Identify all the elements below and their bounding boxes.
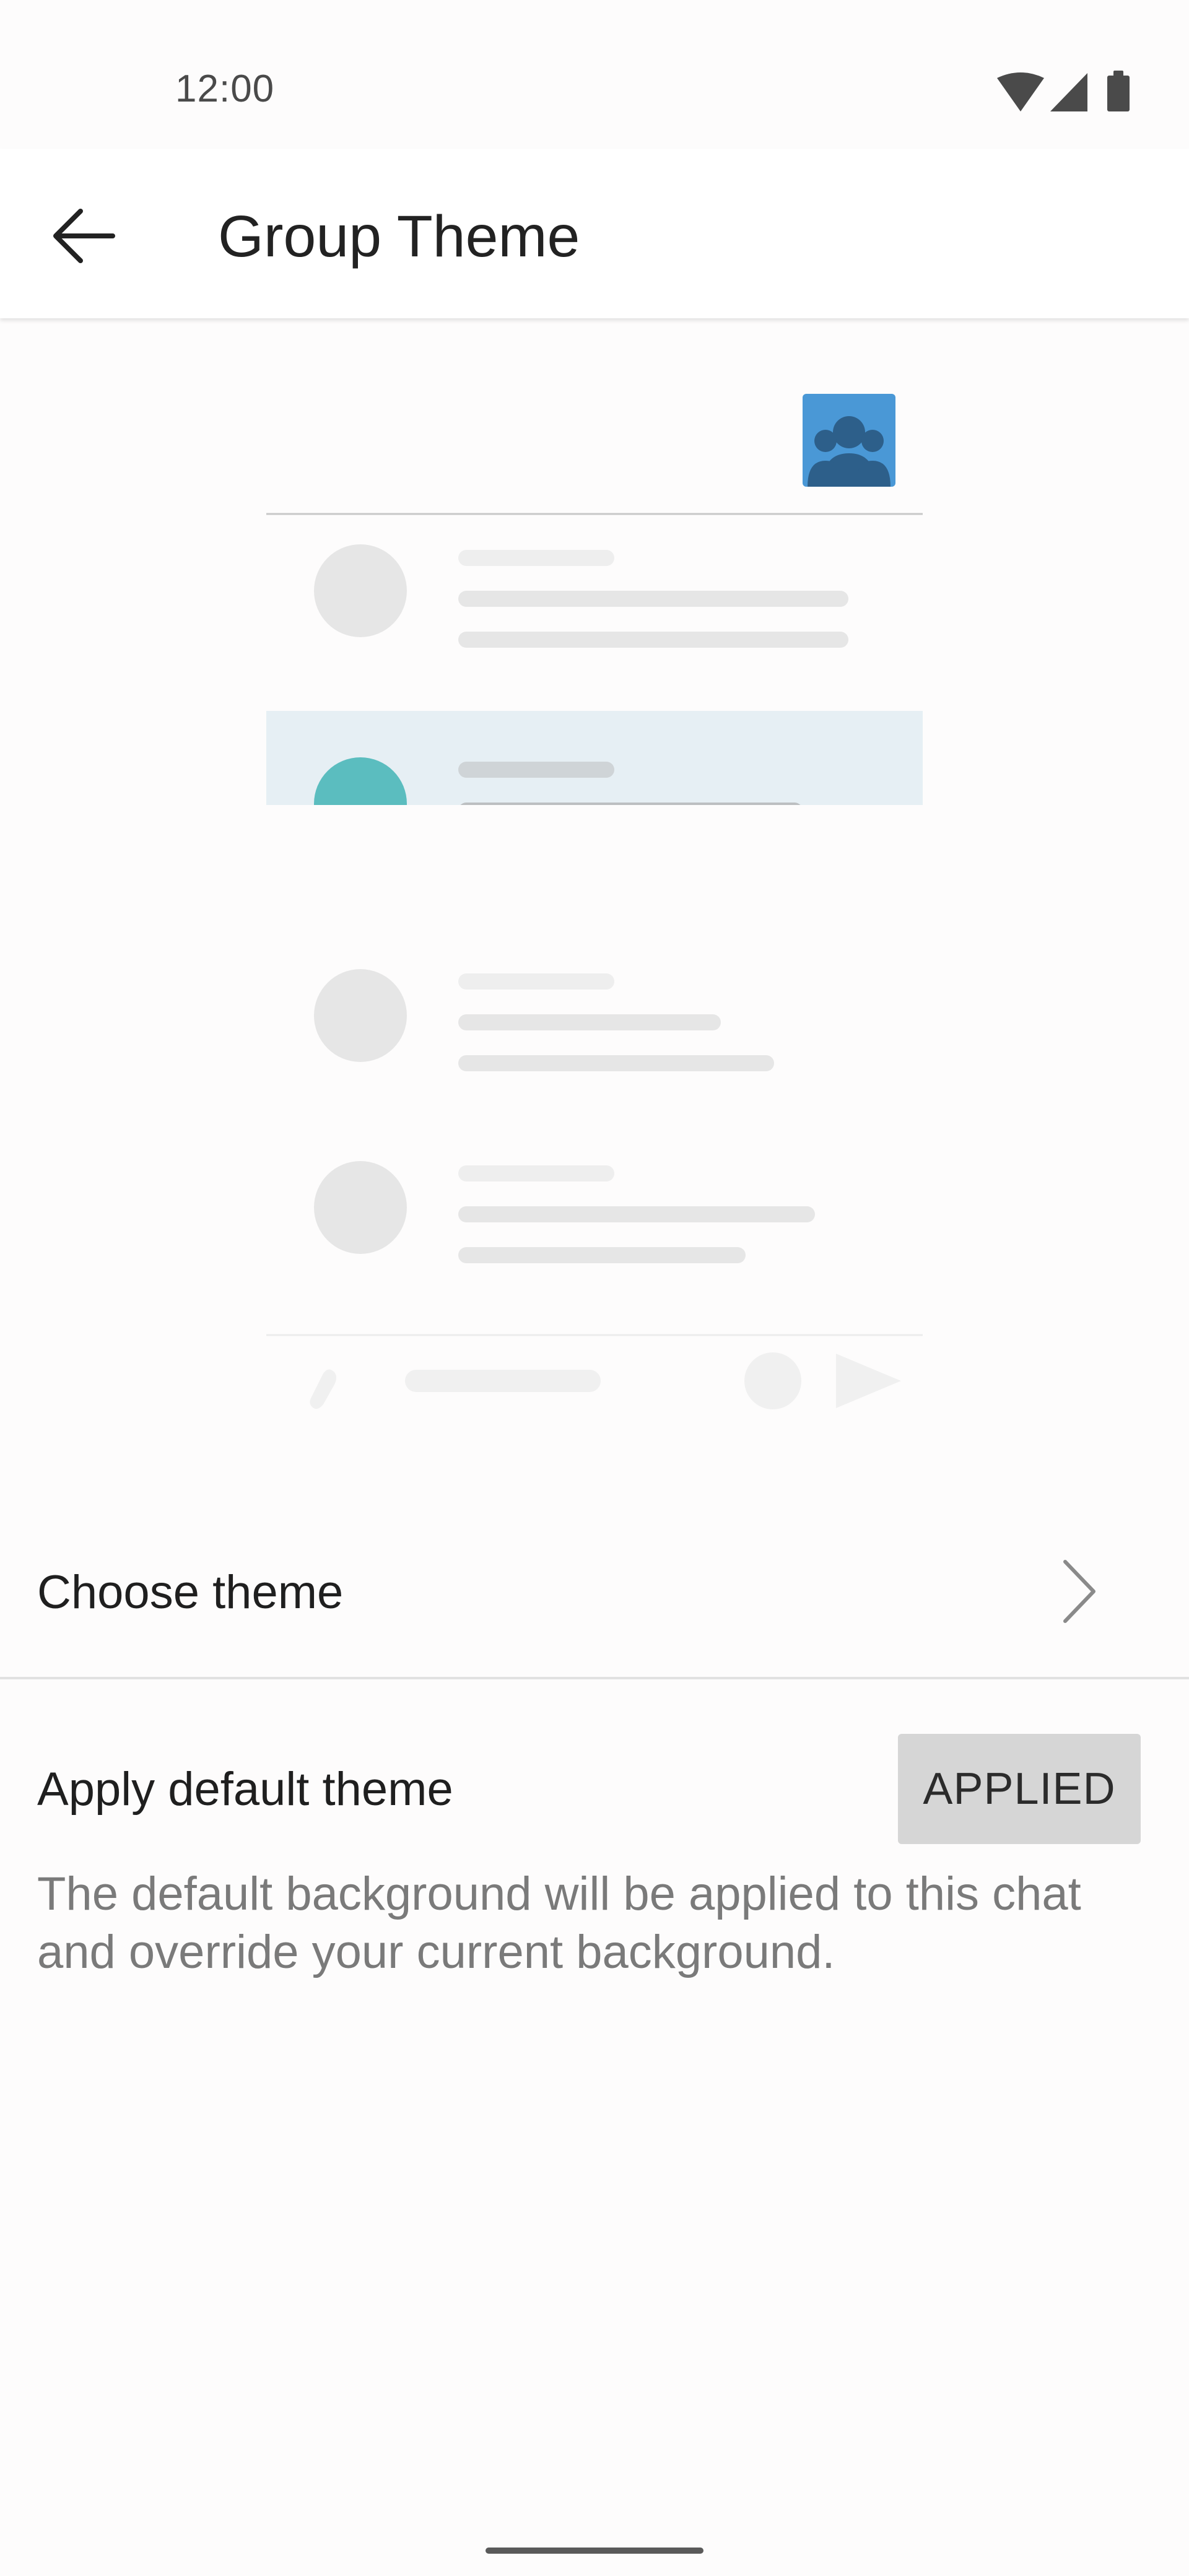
gesture-nav-handle[interactable] <box>486 2548 703 2554</box>
page-title: Group Theme <box>218 204 580 269</box>
choose-theme-label: Choose theme <box>37 1566 344 1619</box>
apply-default-theme-label: Apply default theme <box>37 1763 453 1816</box>
default-theme-description: The default background will be applied t… <box>37 1868 1081 1978</box>
preview-list-item <box>314 544 848 648</box>
arrow-back-icon <box>53 209 115 263</box>
choose-theme-row[interactable]: Choose theme <box>0 1505 1189 1678</box>
cellular-signal-icon <box>1050 73 1087 111</box>
divider <box>0 1677 1189 1679</box>
theme-preview <box>266 394 923 805</box>
preview-list-item <box>314 969 774 1071</box>
app-bar: Group Theme <box>0 149 1189 318</box>
status-time: 12:00 <box>175 67 275 110</box>
group-people-icon <box>803 394 895 487</box>
theme-preview-lower <box>266 969 923 1409</box>
battery-icon <box>1107 71 1130 111</box>
preview-compose-bar <box>310 1352 901 1409</box>
preview-list-item <box>314 1161 815 1263</box>
status-bar: 12:00 <box>0 0 1189 149</box>
back-button[interactable] <box>38 196 131 276</box>
applied-button[interactable]: APPLIED <box>898 1734 1141 1844</box>
chevron-right-icon <box>1063 1560 1095 1623</box>
wifi-icon <box>997 72 1044 111</box>
preview-highlighted-item <box>266 711 923 805</box>
status-icons <box>997 71 1130 111</box>
